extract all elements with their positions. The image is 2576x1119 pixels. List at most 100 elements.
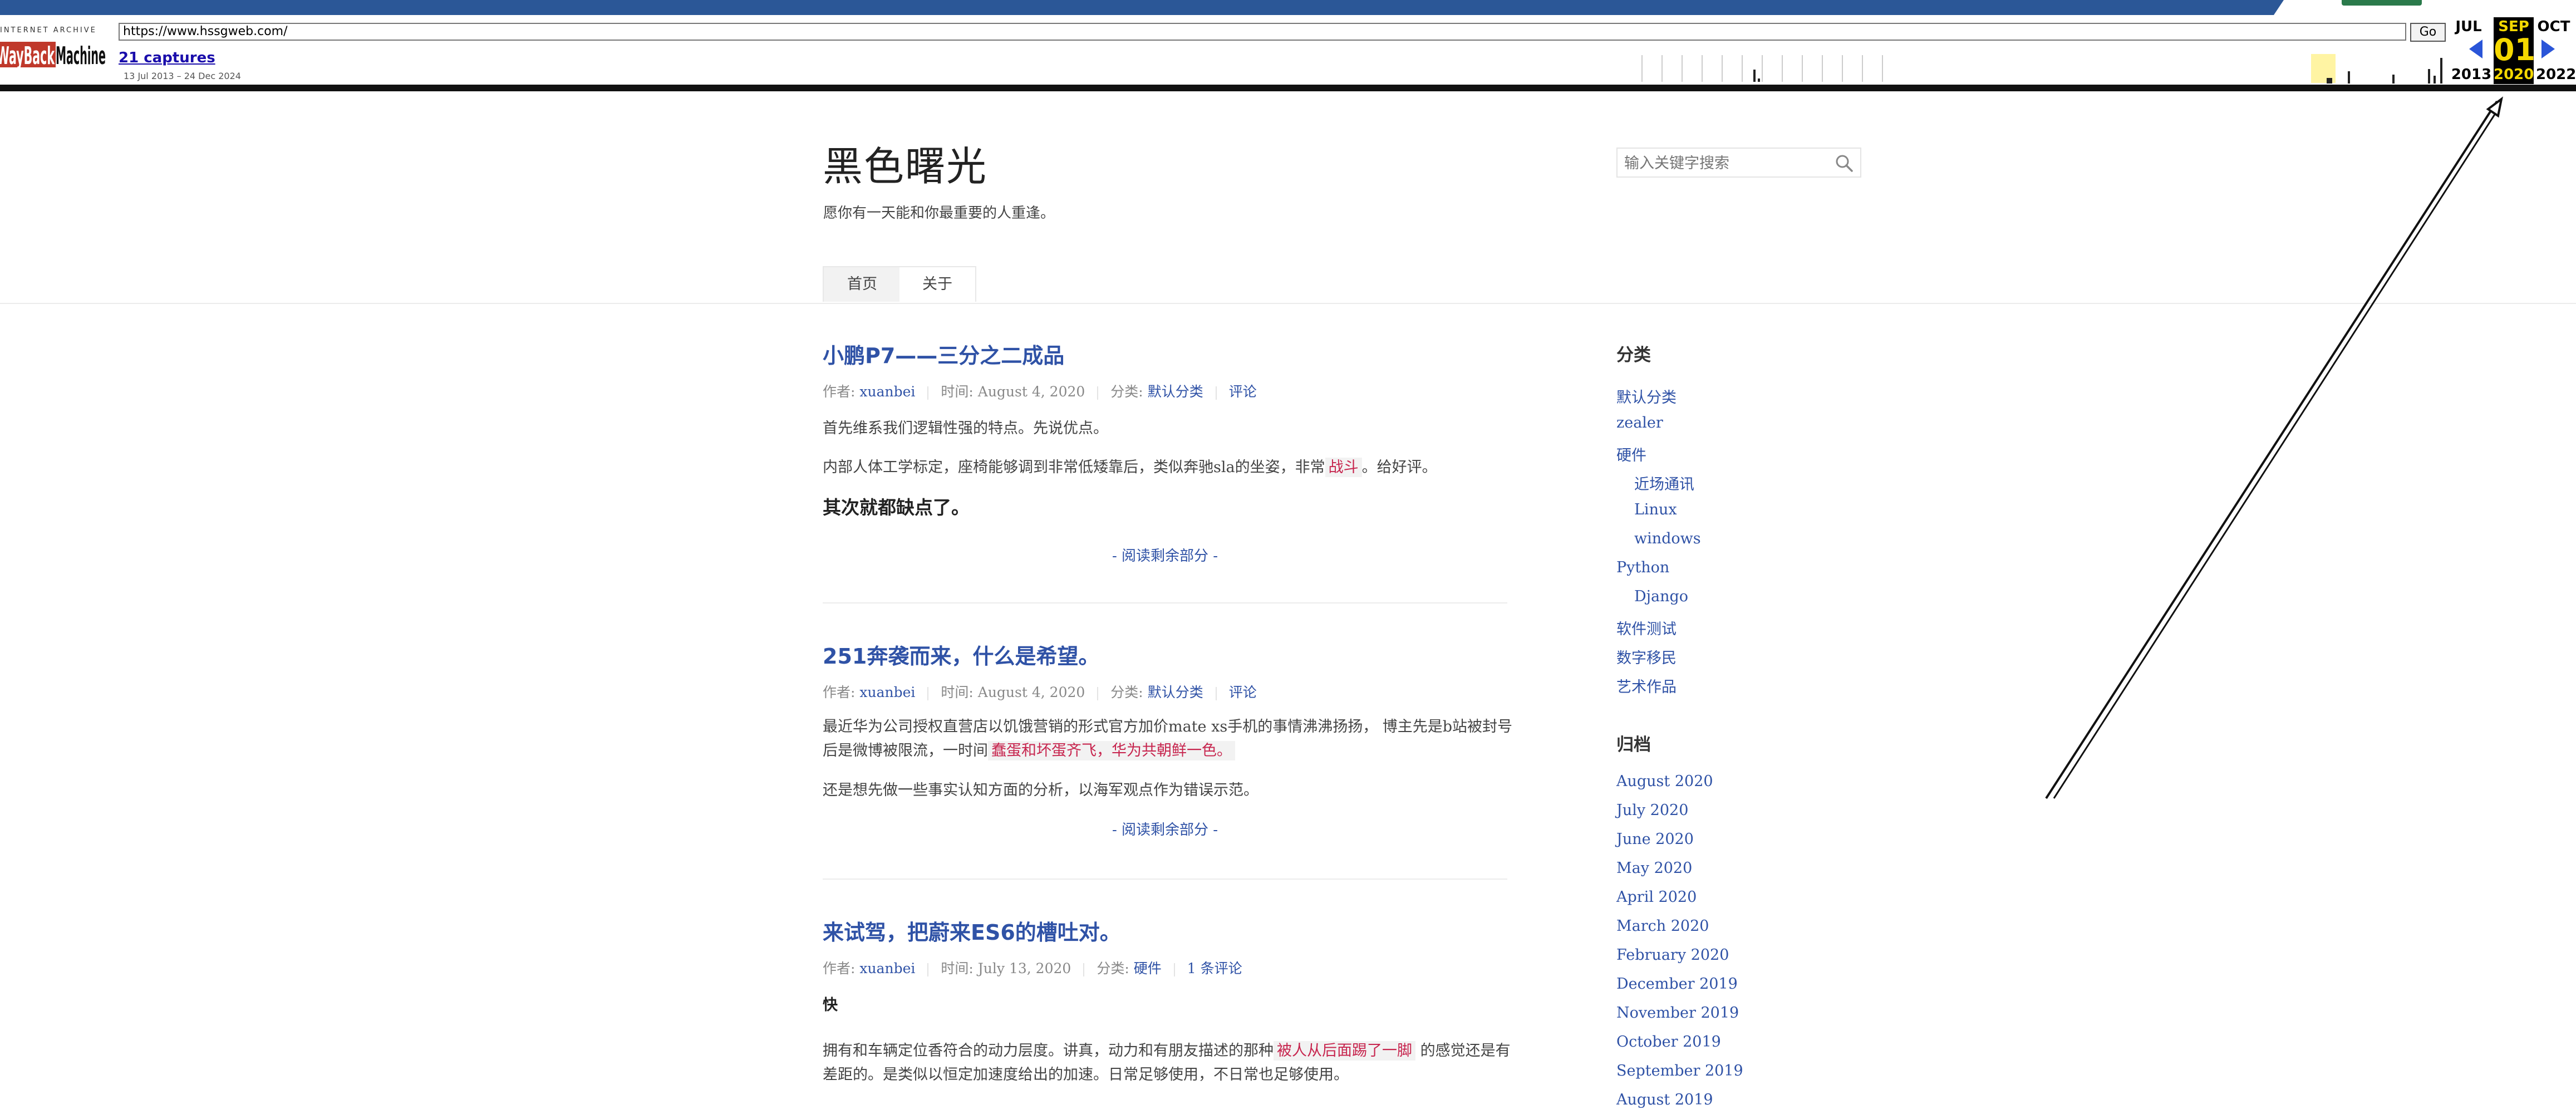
- archive-link[interactable]: July 2020: [1616, 802, 1688, 819]
- wayback-logo-icon[interactable]: WayBack Machine: [0, 37, 106, 72]
- category-link[interactable]: 默认分类: [1148, 684, 1203, 700]
- category-link[interactable]: 近场通讯: [1634, 472, 1694, 494]
- post-divider: [823, 602, 1507, 603]
- time-label: 时间:: [941, 960, 974, 976]
- site-description: 愿你有一天能和你最重要的人重逢。: [823, 205, 1055, 222]
- archive-link[interactable]: September 2019: [1616, 1062, 1743, 1079]
- author-label: 作者:: [823, 960, 856, 976]
- archive-link[interactable]: August 2020: [1616, 773, 1713, 790]
- tab-about[interactable]: 关于: [899, 266, 976, 302]
- capture-range: 13 Jul 2013 – 24 Dec 2024: [124, 71, 241, 81]
- wayback-logo-caption: INTERNET ARCHIVE: [0, 26, 97, 35]
- top-bar: [0, 0, 2576, 15]
- post-date: August 4, 2020: [977, 384, 1085, 400]
- archive-link[interactable]: November 2019: [1616, 1004, 1739, 1022]
- svg-text:WayBack: WayBack: [0, 42, 55, 70]
- current-day: 01: [2494, 32, 2536, 67]
- author-label: 作者:: [823, 684, 856, 700]
- post-date: August 4, 2020: [977, 684, 1085, 700]
- archive-link[interactable]: October 2019: [1616, 1033, 1721, 1051]
- post-date: July 13, 2020: [977, 960, 1071, 976]
- author-link[interactable]: xuanbei: [859, 684, 915, 700]
- post-title[interactable]: 251奔袭而来，什么是希望。: [823, 639, 1099, 670]
- prev-capture-arrow-icon[interactable]: [2469, 40, 2482, 58]
- post-meta: 作者: xuanbei 时间: July 13, 2020 分类: 硬件 1 条评论: [823, 958, 1242, 978]
- sparkline-bar: [2434, 76, 2436, 84]
- category-label: 分类:: [1097, 960, 1129, 976]
- post-paragraph: 还是想先做一些事实认知方面的分析，以海军观点作为错误示范。: [823, 782, 1258, 799]
- site-title[interactable]: 黑色曙光: [823, 134, 987, 192]
- post: 小鹏P7——三分之二成品 作者: xuanbei 时间: August 4, 20…: [823, 338, 1507, 606]
- post: 251奔袭而来，什么是希望。 作者: xuanbei 时间: August 4, …: [823, 639, 1512, 884]
- header-divider: [0, 303, 2576, 304]
- post-paragraph: 最近华为公司授权直营店以饥饿营销的形式官方加价mate xs手机的事情沸沸扬扬，…: [823, 715, 1513, 763]
- category-link[interactable]: 艺术作品: [1616, 675, 1677, 696]
- post-title[interactable]: 来试驾，把蔚来ES6的槽吐对。: [823, 915, 1121, 946]
- category-link[interactable]: 硬件: [1134, 960, 1162, 976]
- next-month[interactable]: OCT: [2531, 18, 2576, 35]
- category-link[interactable]: zealer: [1616, 414, 1663, 431]
- comments-link[interactable]: 1 条评论: [1187, 960, 1242, 976]
- comments-link[interactable]: 评论: [1229, 384, 1257, 400]
- sparkline-bar: [2327, 78, 2332, 84]
- captures-link[interactable]: 21 captures: [119, 50, 215, 66]
- text: 拥有和车辆定位香符合的动力层度。讲真，动力和有朋友描述的那种: [823, 1042, 1274, 1059]
- sparkline-bar: [2392, 75, 2395, 84]
- category-link[interactable]: Linux: [1634, 501, 1677, 518]
- search-box: [1616, 148, 1861, 178]
- archive-link[interactable]: June 2020: [1616, 831, 1694, 848]
- archive-link[interactable]: February 2020: [1616, 946, 1729, 964]
- post-title[interactable]: 小鹏P7——三分之二成品: [823, 338, 1064, 369]
- text: 。给好评。: [1361, 459, 1437, 476]
- prev-month[interactable]: JUL: [2449, 18, 2488, 35]
- post-paragraph: 拥有和车辆定位香符合的动力层度。讲真，动力和有朋友描述的那种 被人从后面踢了一脚 …: [823, 1039, 1513, 1087]
- category-link[interactable]: windows: [1634, 530, 1701, 547]
- top-bar-button[interactable]: [2342, 0, 2422, 6]
- next-year[interactable]: 2022: [2536, 66, 2576, 83]
- time-label: 时间:: [941, 684, 974, 700]
- post-paragraph: 内部人体工学标定，座椅能够调到非常低矮靠后，类似奔驰sla的坐姿，非常 战斗 。给好…: [823, 455, 1513, 479]
- highlight-text: 蠢蛋和坏蛋齐飞，华为共朝鲜一色。: [988, 741, 1235, 760]
- archive-link[interactable]: March 2020: [1616, 917, 1709, 935]
- top-bar-gap: [2274, 0, 2576, 15]
- go-button[interactable]: Go: [2410, 23, 2446, 42]
- category-link[interactable]: Python: [1616, 559, 1669, 576]
- archive-link[interactable]: August 2019: [1616, 1091, 1713, 1108]
- category-link[interactable]: 软件测试: [1616, 617, 1677, 639]
- tab-home[interactable]: 首页: [823, 266, 902, 302]
- post: 来试驾，把蔚来ES6的槽吐对。 作者: xuanbei 时间: July 13, …: [823, 915, 1511, 1119]
- capture-sparkline[interactable]: [1641, 55, 1887, 99]
- author-label: 作者:: [823, 384, 856, 400]
- category-label: 分类:: [1110, 684, 1143, 700]
- archive-link[interactable]: December 2019: [1616, 975, 1738, 993]
- comments-link[interactable]: 评论: [1229, 684, 1257, 700]
- category-link[interactable]: 数字移民: [1616, 646, 1677, 668]
- wayback-toolbar: INTERNET ARCHIVE WayBack Machine https:/…: [0, 15, 2576, 86]
- author-link[interactable]: xuanbei: [859, 960, 915, 976]
- category-link[interactable]: 默认分类: [1148, 384, 1203, 400]
- read-more-link[interactable]: - 阅读剩余部分 -: [823, 544, 1507, 565]
- post-meta: 作者: xuanbei 时间: August 4, 2020 分类: 默认分类 评论: [823, 681, 1257, 701]
- svg-text:Machine: Machine: [56, 42, 106, 70]
- archive-link[interactable]: May 2020: [1616, 860, 1692, 877]
- category-link[interactable]: 硬件: [1616, 443, 1646, 465]
- archive-link[interactable]: April 2020: [1616, 889, 1697, 906]
- post-meta: 作者: xuanbei 时间: August 4, 2020 分类: 默认分类 评论: [823, 381, 1257, 401]
- categories-heading: 分类: [1616, 345, 1651, 365]
- time-label: 时间:: [941, 384, 974, 400]
- prev-year[interactable]: 2013: [2449, 66, 2494, 83]
- wayback-url-input[interactable]: https://www.hssgweb.com/: [119, 23, 2406, 41]
- read-more-link[interactable]: - 阅读剩余部分 -: [823, 818, 1507, 839]
- next-capture-arrow-icon[interactable]: [2541, 40, 2555, 58]
- post-paragraph: 首先维系我们逻辑性强的特点。先说优点。: [823, 420, 1108, 437]
- search-input[interactable]: [1623, 149, 1826, 178]
- category-link[interactable]: Django: [1634, 588, 1688, 605]
- search-icon[interactable]: [1835, 154, 1854, 173]
- category-link[interactable]: 默认分类: [1616, 385, 1677, 407]
- sparkline-bar: [2428, 69, 2430, 84]
- wayback-toolbar-border: [0, 85, 2576, 91]
- archive-heading: 归档: [1616, 735, 1651, 755]
- post-subheading: 快: [823, 997, 838, 1014]
- highlight-text: 被人从后面踢了一脚: [1274, 1041, 1415, 1061]
- author-link[interactable]: xuanbei: [859, 384, 915, 400]
